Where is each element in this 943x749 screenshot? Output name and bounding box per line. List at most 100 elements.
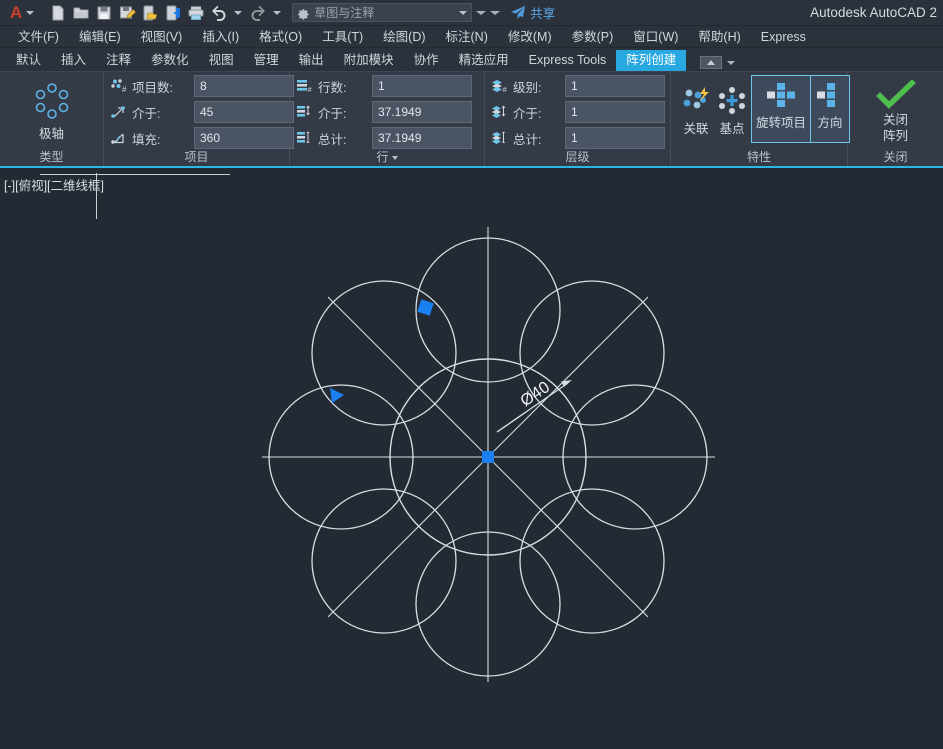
level-between-input[interactable]	[565, 101, 665, 123]
menu-item-parameter[interactable]: 参数(P)	[562, 26, 624, 48]
ribbon-panel-rows: # 行数: 介于:	[290, 72, 485, 166]
tab-collaborate[interactable]: 协作	[404, 50, 449, 71]
tab-annotate[interactable]: 注释	[96, 50, 141, 71]
field-row-row-between: 介于:	[296, 101, 472, 123]
tab-parametric[interactable]: 参数化	[141, 50, 199, 71]
array-type-polar-button[interactable]: 极轴	[9, 75, 95, 149]
qat-overflow-chevron-icon[interactable]	[490, 10, 501, 15]
undo-dropdown-chevron-icon[interactable]	[234, 10, 243, 15]
field-row-item-fill: 填充:	[110, 127, 294, 149]
qat-customize-chevron-icon[interactable]	[476, 10, 487, 15]
autocad-logo-icon[interactable]: A	[6, 4, 23, 21]
svg-text:#: #	[308, 85, 313, 94]
direction-label: 方向	[817, 116, 843, 130]
menu-item-draw[interactable]: 绘图(D)	[373, 26, 435, 48]
menu-item-modify[interactable]: 修改(M)	[498, 26, 562, 48]
tab-manage[interactable]: 管理	[244, 50, 289, 71]
tab-add-ins[interactable]: 附加模块	[334, 50, 404, 71]
array-drawing[interactable]: Ø40	[0, 170, 943, 749]
menu-item-express[interactable]: Express	[751, 26, 816, 48]
menu-item-file[interactable]: 文件(F)	[8, 26, 69, 48]
application-title: Autodesk AutoCAD 2	[810, 5, 937, 20]
open-file-icon[interactable]	[70, 2, 92, 24]
row-between-icon	[296, 104, 314, 120]
menu-item-insert[interactable]: 插入(I)	[192, 26, 249, 48]
save-to-web-icon[interactable]	[162, 2, 184, 24]
menu-item-edit[interactable]: 编辑(E)	[69, 26, 131, 48]
menu-item-view[interactable]: 视图(V)	[131, 26, 193, 48]
rotate-items-label: 旋转项目	[756, 116, 807, 130]
menu-item-format[interactable]: 格式(O)	[249, 26, 312, 48]
item-count-input[interactable]	[194, 75, 294, 97]
item-fill-label: 填充:	[132, 132, 161, 147]
base-point-button[interactable]: 基点	[715, 75, 749, 143]
level-total-icon	[491, 130, 509, 146]
row-total-input[interactable]	[372, 127, 472, 149]
menu-item-tools[interactable]: 工具(T)	[312, 26, 373, 48]
level-count-label: 级别:	[513, 80, 542, 95]
workspace-label: 草图与注释	[314, 6, 375, 20]
level-count-input[interactable]	[565, 75, 665, 97]
app-menu-chevron-icon[interactable]	[26, 10, 35, 15]
panel-title-type-label: 类型	[39, 150, 64, 164]
ribbon-tab-bar: 默认 插入 注释 参数化 视图 管理 输出 附加模块 协作 精选应用 Expre…	[0, 48, 943, 71]
save-icon[interactable]	[93, 2, 115, 24]
fill-angle-grip[interactable]	[330, 388, 344, 403]
workspace-chevron-icon[interactable]	[459, 10, 468, 15]
menu-item-help[interactable]: 帮助(H)	[688, 26, 750, 48]
row-between-input[interactable]	[372, 101, 472, 123]
associative-icon	[683, 86, 709, 108]
ribbon-options-chevron-icon[interactable]	[727, 60, 736, 65]
row-count-input[interactable]	[372, 75, 472, 97]
tab-insert[interactable]: 插入	[51, 50, 96, 71]
undo-icon[interactable]	[208, 2, 230, 24]
associative-button[interactable]: 关联	[679, 75, 713, 143]
panel-title-levels: 层级	[485, 149, 670, 166]
rotate-items-button[interactable]: 旋转项目	[751, 75, 811, 143]
level-between-icon	[491, 104, 509, 120]
tab-array-creation[interactable]: 阵列创建	[616, 50, 687, 71]
item-between-label: 介于:	[132, 106, 161, 121]
item-fill-input[interactable]	[194, 127, 294, 149]
print-icon[interactable]	[185, 2, 207, 24]
panel-title-rows[interactable]: 行	[290, 149, 484, 166]
autocad-window: A 草图与注释 共享 Autodesk AutoCAD 2 文件(F) 编辑(E…	[0, 0, 943, 749]
redo-dropdown-chevron-icon[interactable]	[273, 10, 282, 15]
ribbon-panel-bar: 极轴 类型 # 项目数: 8 介于: 45 填充: 360 项目 # 行数: 1…	[0, 71, 943, 168]
share-button[interactable]: 共享	[510, 3, 555, 22]
field-row-row-total: 总计:	[296, 127, 472, 149]
menu-item-dimension[interactable]: 标注(N)	[436, 26, 498, 48]
field-row-level-between: 介于:	[491, 101, 665, 123]
drawing-canvas[interactable]: [-][俯视][二维线框] Ø40	[0, 170, 943, 749]
ribbon-panel-items: # 项目数: 介于:	[104, 72, 294, 166]
save-as-icon[interactable]	[116, 2, 138, 24]
ribbon-minimize-control[interactable]	[700, 56, 736, 69]
item-count-grip[interactable]	[417, 299, 434, 316]
new-file-icon[interactable]	[47, 2, 69, 24]
tab-featured-apps[interactable]: 精选应用	[449, 50, 519, 71]
base-point-label: 基点	[719, 121, 745, 136]
tab-view[interactable]: 视图	[199, 50, 244, 71]
level-total-label: 总计:	[513, 132, 542, 147]
green-check-icon	[875, 80, 916, 109]
direction-button[interactable]: 方向	[810, 75, 851, 143]
open-from-web-icon[interactable]	[139, 2, 161, 24]
level-total-input[interactable]	[565, 127, 665, 149]
base-grip[interactable]	[482, 451, 494, 463]
tab-express-tools[interactable]: Express Tools	[519, 50, 617, 71]
panel-title-items-label: 项目	[184, 150, 209, 164]
row-total-icon	[296, 130, 314, 146]
close-array-button[interactable]: 关闭 阵列	[866, 76, 926, 148]
close-array-label-line2: 阵列	[882, 129, 908, 143]
ribbon-collapse-icon	[707, 60, 716, 65]
chevron-down-icon[interactable]	[391, 155, 398, 160]
workspace-selector[interactable]: 草图与注释	[292, 3, 473, 22]
field-row-item-count: # 项目数:	[110, 75, 294, 97]
level-between-label: 介于:	[513, 106, 542, 121]
item-between-input[interactable]	[194, 101, 294, 123]
menu-item-window[interactable]: 窗口(W)	[623, 26, 688, 48]
redo-icon[interactable]	[247, 2, 269, 24]
item-count-icon: #	[110, 78, 128, 94]
tab-home[interactable]: 默认	[6, 50, 51, 71]
tab-output[interactable]: 输出	[289, 50, 334, 71]
